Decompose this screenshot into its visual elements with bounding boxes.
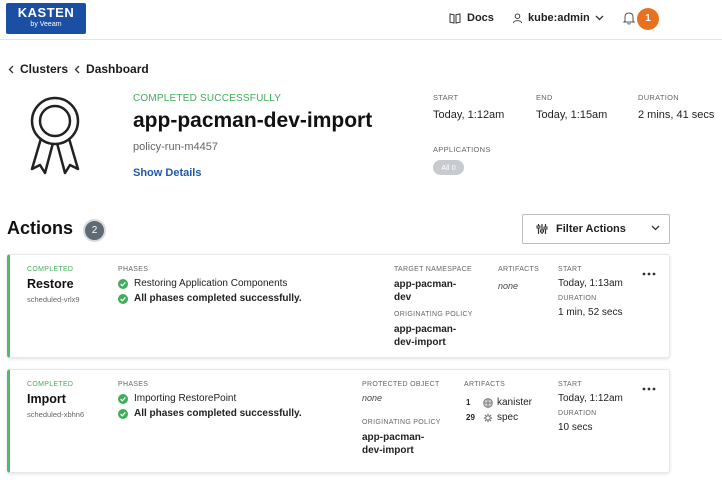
book-icon [449,13,461,24]
protected-object-label: PROTECTED OBJECT [362,381,440,388]
action-duration-label: DURATION [558,295,597,302]
action-start-value: Today, 1:12am [558,393,623,404]
filter-actions-dropdown[interactable]: Filter Actions [522,214,670,244]
phase-text: Importing RestorePoint [134,393,237,404]
phase-item: Restoring Application Components [118,278,287,289]
artifacts-label: ARTIFACTS [464,381,506,388]
artifact-item[interactable]: 1 kanister [466,397,532,408]
phase-text: Restoring Application Components [134,278,288,289]
action-card-import[interactable]: COMPLETED Import scheduled-xbhn6 PHASES … [7,369,670,473]
action-type: Restore [27,277,74,291]
docs-label: Docs [467,12,494,24]
breadcrumb-clusters[interactable]: Clusters [20,62,68,76]
phases-label: PHASES [118,381,149,388]
actions-count-badge: 2 [83,219,106,242]
target-namespace-line2: dev [394,292,412,303]
action-start-label: START [558,381,582,388]
phase-item: All phases completed successfully. [118,293,302,304]
originating-policy-value[interactable]: app-pacman- dev-import [362,431,424,457]
action-status: COMPLETED [27,266,74,273]
target-namespace-label: TARGET NAMESPACE [394,266,472,273]
action-status: COMPLETED [27,381,74,388]
breadcrumb-dashboard[interactable]: Dashboard [86,62,149,76]
user-label: kube:admin [528,12,590,24]
bell-icon[interactable] [623,11,635,25]
award-ribbon-icon [30,96,80,175]
kebab-menu-icon[interactable] [642,387,656,391]
user-icon [512,12,523,23]
duration-value: 2 mins, 41 secs [638,109,715,121]
originating-policy-line2: dev-import [394,337,446,348]
originating-policy-line1: app-pacman- [394,324,457,335]
actions-heading: Actions [7,218,74,238]
top-bar: KASTEN by Veeam Docs kube:admin 1 [0,0,722,40]
originating-policy-line2: dev-import [362,445,414,456]
logo-subtext: by Veeam [30,21,62,28]
docs-link[interactable]: Docs [449,12,494,24]
chevron-left-icon[interactable] [8,65,14,74]
start-value: Today, 1:12am [433,109,505,121]
notification-badge[interactable]: 1 [637,8,659,30]
policy-run-id: policy-run-m4457 [133,141,218,153]
action-start-value: Today, 1:13am [558,278,623,289]
filter-actions-label: Filter Actions [556,223,626,235]
originating-policy-line1: app-pacman- [362,432,425,443]
artifact-name: kanister [497,397,533,408]
action-duration-value: 10 secs [558,422,593,433]
action-type: Import [27,392,66,406]
end-label: END [536,93,553,102]
artifact-item[interactable]: 29 spec [466,412,518,423]
phase-text: All phases completed successfully. [134,293,302,304]
target-namespace-value: app-pacman- dev [394,278,456,304]
end-value: Today, 1:15am [536,109,608,121]
breadcrumb: Clusters Dashboard [8,62,149,76]
chevron-down-icon [595,15,604,21]
artifact-count: 1 [466,398,471,407]
action-start-label: START [558,266,582,273]
page-title: app-pacman-dev-import [133,109,373,132]
start-label: START [433,93,459,102]
kebab-menu-icon[interactable] [642,272,656,276]
action-duration-value: 1 min, 52 secs [558,307,623,318]
protected-object-value: none [362,393,383,403]
artifact-count: 29 [466,413,475,422]
action-card-restore[interactable]: COMPLETED Restore scheduled-vrlx9 PHASES… [7,254,670,358]
target-namespace-line1: app-pacman- [394,279,457,290]
check-circle-icon [118,408,128,419]
action-id: scheduled-vrlx9 [27,295,80,304]
originating-policy-value[interactable]: app-pacman- dev-import [394,323,456,349]
applications-label: APPLICATIONS [433,145,491,154]
originating-policy-label: ORIGINATING POLICY [394,311,473,318]
run-status: COMPLETED SUCCESSFULLY [133,93,282,104]
kasten-logo[interactable]: KASTEN by Veeam [6,3,86,34]
artifacts-value: none [498,281,519,291]
show-details-link[interactable]: Show Details [133,167,201,179]
spec-gear-icon [483,413,493,422]
kanister-icon [483,397,493,408]
chevron-down-icon [651,225,660,231]
user-menu[interactable]: kube:admin [512,12,609,24]
filter-icon [536,224,548,234]
chevron-left-icon [74,65,80,73]
check-circle-icon [118,293,128,304]
check-circle-icon [118,393,128,404]
duration-label: DURATION [638,93,680,102]
action-duration-label: DURATION [558,410,597,417]
phases-label: PHASES [118,266,149,273]
originating-policy-label: ORIGINATING POLICY [362,419,441,426]
check-circle-icon [118,278,128,289]
action-id: scheduled-xbhn6 [27,410,85,419]
artifacts-label: ARTIFACTS [498,266,540,273]
phase-text: All phases completed successfully. [134,408,302,419]
phase-item: All phases completed successfully. [118,408,302,419]
artifact-name: spec [497,412,519,423]
applications-pill[interactable]: All 0 [433,160,464,175]
logo-text: KASTEN [17,5,75,20]
phase-item: Importing RestorePoint [118,393,236,404]
